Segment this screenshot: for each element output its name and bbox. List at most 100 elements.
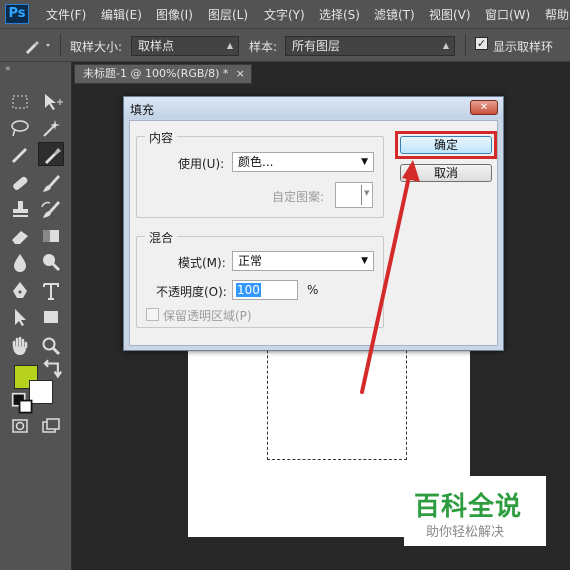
zoom-tool[interactable]	[38, 334, 64, 358]
hand-icon	[12, 336, 28, 355]
rect-marquee-tool[interactable]	[7, 90, 33, 114]
pen-icon	[13, 282, 27, 298]
blur-tool[interactable]	[7, 250, 33, 274]
custom-pattern-picker: ▼	[335, 182, 373, 208]
default-colors-icon[interactable]	[10, 392, 33, 414]
dialog-titlebar[interactable]: 填充 ✕	[124, 97, 503, 119]
magic-wand-tool[interactable]	[38, 116, 64, 140]
opacity-value: 100	[236, 283, 261, 297]
sample-value: 所有图层	[292, 39, 341, 53]
quick-mask-icon	[12, 419, 28, 433]
cancel-button[interactable]: 取消	[400, 164, 492, 182]
dialog-title: 填充	[130, 103, 155, 117]
healing-brush-tool[interactable]	[7, 171, 33, 195]
preserve-transparency-checkbox[interactable]	[146, 308, 159, 321]
options-divider	[465, 34, 466, 56]
mode-label: 模式(M):	[178, 256, 226, 270]
menu-bar: Ps 文件(F) 编辑(E) 图像(I) 图层(L) 文字(Y) 选择(S) 滤…	[0, 0, 570, 28]
collapse-panel-icon[interactable]: «	[5, 64, 11, 74]
document-tab-title: 未标题-1 @ 100%(RGB/8) *	[83, 67, 229, 80]
photoshop-logo: Ps	[5, 4, 29, 24]
close-icon[interactable]: ×	[236, 65, 245, 83]
close-button[interactable]: ✕	[470, 100, 498, 115]
gradient-tool[interactable]	[38, 224, 64, 248]
move-icon	[45, 94, 63, 110]
eraser-icon	[12, 231, 28, 244]
menu-image[interactable]: 图像(I)	[156, 6, 193, 23]
updown-arrow-icon: ▲	[226, 41, 233, 50]
sample-select[interactable]: 所有图层 ▲	[285, 36, 455, 56]
hand-tool[interactable]	[7, 334, 33, 358]
tool-preset-picker[interactable]	[22, 34, 54, 56]
sample-size-label: 取样大小:	[70, 40, 123, 54]
document-tab[interactable]: 未标题-1 @ 100%(RGB/8) * ×	[74, 64, 252, 84]
watermark-subtitle: 助你轻松解决	[426, 525, 505, 540]
rectangle-tool[interactable]	[38, 305, 64, 329]
use-label: 使用(U):	[178, 157, 225, 171]
menu-filter[interactable]: 滤镜(T)	[374, 6, 415, 23]
brush-tool[interactable]	[38, 171, 64, 195]
drop-icon	[14, 254, 26, 272]
magic-wand-icon	[43, 120, 60, 137]
sample-size-select[interactable]: 取样点 ▲	[131, 36, 239, 56]
rectangle-icon	[44, 311, 58, 323]
opacity-label: 不透明度(O):	[156, 285, 227, 299]
gradient-icon	[43, 230, 59, 242]
quick-mask-tool[interactable]	[7, 414, 33, 438]
eraser-tool[interactable]	[7, 224, 33, 248]
magnifier-dodge-icon	[43, 254, 61, 272]
chevron-down-icon: ▼	[364, 189, 370, 197]
preserve-transparency-label: 保留透明区域(P)	[163, 309, 252, 323]
chevron-down-icon: ▼	[361, 256, 368, 266]
menu-file[interactable]: 文件(F)	[46, 6, 86, 23]
mode-dropdown[interactable]: 正常 ▼	[232, 251, 374, 271]
lasso-icon	[11, 120, 29, 137]
dodge-tool[interactable]	[38, 250, 64, 274]
menu-layer[interactable]: 图层(L)	[208, 6, 248, 23]
use-dropdown[interactable]: 颜色... ▼	[232, 152, 374, 172]
sample-label: 样本:	[249, 40, 278, 54]
lasso-tool[interactable]	[7, 116, 33, 140]
menu-window[interactable]: 窗口(W)	[485, 6, 530, 23]
brush-stroke-icon	[12, 148, 27, 163]
screen-mode-icon	[42, 418, 60, 433]
blend-group-title: 混合	[145, 229, 178, 246]
menu-edit[interactable]: 编辑(E)	[101, 6, 142, 23]
ok-button[interactable]: 确定	[400, 136, 492, 154]
bandage-icon	[13, 176, 28, 190]
move-tool[interactable]	[38, 90, 64, 114]
opacity-unit: %	[307, 283, 319, 297]
menu-help[interactable]: 帮助	[545, 6, 569, 23]
opacity-input[interactable]: 100	[232, 280, 298, 300]
show-sampling-ring-checkbox[interactable]: ✓	[475, 37, 488, 50]
menu-view[interactable]: 视图(V)	[429, 6, 471, 23]
path-selection-tool[interactable]	[7, 305, 33, 329]
options-divider	[60, 34, 61, 56]
crop-tool[interactable]	[7, 142, 33, 166]
zoom-icon	[42, 337, 61, 356]
custom-pattern-label: 自定图案:	[272, 190, 325, 204]
watermark-badge: 百科全说 助你轻松解决	[404, 476, 546, 546]
updown-arrow-icon: ▲	[442, 41, 449, 50]
sample-size-value: 取样点	[138, 39, 175, 53]
screen-mode-tool[interactable]	[38, 414, 64, 438]
type-tool[interactable]	[38, 279, 64, 303]
history-brush-tool[interactable]	[38, 197, 64, 221]
type-t-icon	[43, 283, 59, 300]
swap-colors-icon[interactable]	[40, 358, 63, 379]
show-sampling-ring-label: 显示取样环	[493, 40, 554, 54]
pen-tool[interactable]	[7, 279, 33, 303]
watermark-title: 百科全说	[414, 492, 523, 522]
history-brush-icon	[41, 201, 60, 218]
eyedropper-icon	[45, 148, 61, 164]
clone-stamp-tool[interactable]	[7, 197, 33, 221]
content-group-title: 内容	[145, 129, 178, 146]
chevron-down-icon: ▼	[361, 157, 368, 167]
eyedropper-tool[interactable]	[38, 142, 64, 166]
mode-value: 正常	[238, 254, 263, 268]
eyedropper-icon	[26, 41, 50, 54]
menu-select[interactable]: 选择(S)	[319, 6, 360, 23]
menu-type[interactable]: 文字(Y)	[264, 6, 305, 23]
arrow-pointer-icon	[15, 309, 26, 326]
rect-marquee-icon	[12, 95, 28, 109]
